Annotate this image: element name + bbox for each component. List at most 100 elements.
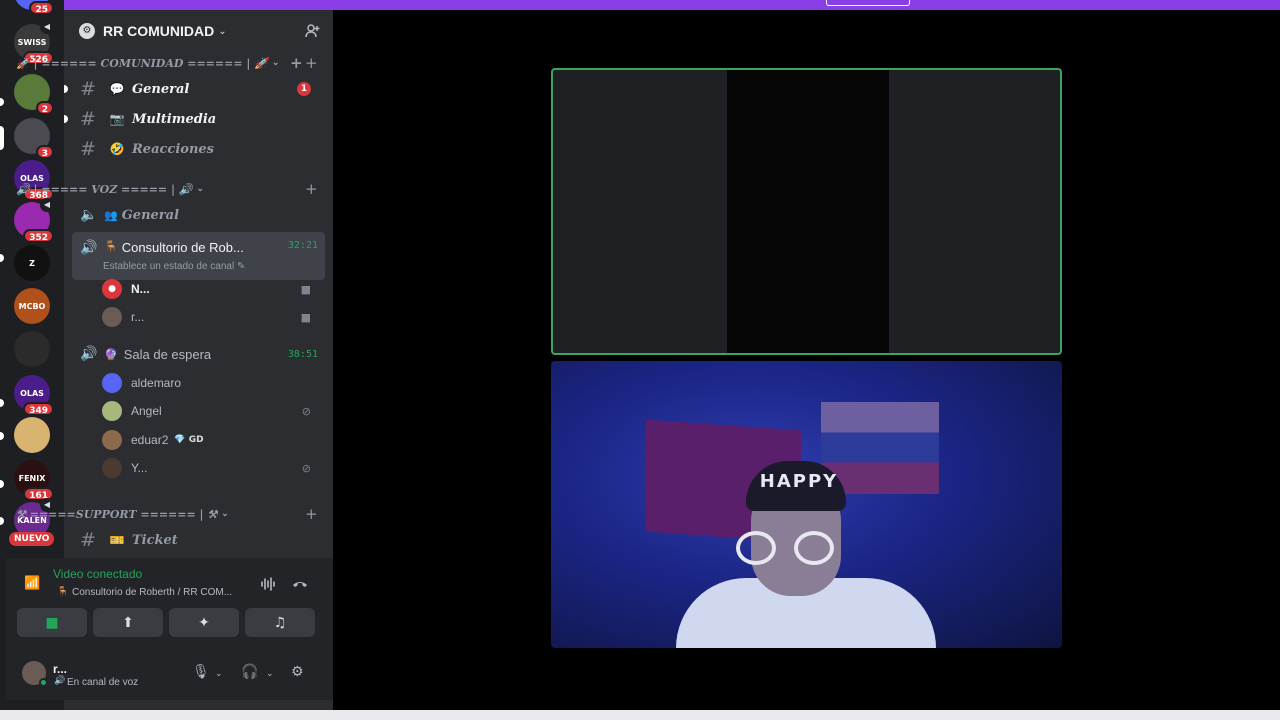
server-icon[interactable]: FENIX 161 [14,460,54,501]
server-icon[interactable]: OLAS 349 [14,375,54,416]
add-channel-icon[interactable]: + [305,54,318,72]
channel-emoji: 🪑 [104,240,118,253]
text-channel-icon: # [80,529,96,551]
avatar [102,373,122,393]
disconnect-icon[interactable] [290,575,310,595]
member-name: aldemaro [131,376,182,390]
server-badge: 349 [23,402,54,416]
add-channel-icon[interactable]: + [305,505,318,523]
server-icon[interactable]: 3 [14,118,54,159]
video-tile-camera[interactable]: HAPPY [551,361,1062,648]
headband-text: HAPPY [759,471,839,492]
voice-channel-path[interactable]: Consultorio de Roberth / RR COM... [72,587,232,598]
guild-header[interactable]: ⚙ RR COMUNIDAD ⌄ [64,10,333,52]
chevron-down-icon[interactable]: ⌄ [266,669,274,679]
channel-emoji: 🎫 [109,533,125,547]
microphone-icon[interactable]: 🎙 [192,664,210,680]
headphones-icon[interactable]: 🎧 [241,664,258,680]
category-label: 🚀 | ====== COMUNIDAD ====== | 🚀 [16,56,268,70]
text-channel-icon: # [80,138,96,160]
noise-suppression-icon[interactable] [258,575,278,595]
member-name: N... [131,282,150,296]
voice-member[interactable]: r... ■ [102,304,325,330]
pencil-icon: ✎ [237,261,246,272]
channel-emoji: 🔮 [104,347,118,361]
channel-multimedia[interactable]: # 📷 Multimedia [64,104,325,134]
user-avatar[interactable] [22,661,48,687]
server-unread-pill [0,517,4,525]
server-icon[interactable]: 2 [14,74,54,115]
server-badge: 352 [23,229,54,243]
voice-channel-general[interactable]: 🔈 👥 General [72,200,325,230]
invite-people-icon[interactable] [305,23,321,39]
category-support[interactable]: ⚒ =====SUPPORT ====== | ⚒ ⌄ [16,505,229,523]
speaker-icon: ◀ [40,20,54,34]
os-taskbar [0,710,1280,720]
add-channel-icon[interactable]: + [305,180,318,198]
add-channel-icon[interactable]: + [290,54,303,72]
text-channel-icon: # [80,78,96,100]
signal-icon[interactable]: 📶 [24,576,40,591]
speaker-icon: 🔊 [80,346,98,362]
glasses-right [794,531,834,565]
avatar [102,307,122,327]
voice-member[interactable]: eduar2 💎 GD [102,427,325,453]
category-voz[interactable]: 🔊 | ===== VOZ ===== | 🔊 ⌄ [16,180,204,198]
channel-emoji: 🤣 [109,142,125,156]
chevron-down-icon: ⌄ [221,509,229,519]
new-badge[interactable]: NUEVO [9,532,55,546]
chevron-down-icon: ⌄ [271,58,280,68]
channel-reacciones[interactable]: # 🤣 Reacciones [72,134,325,164]
member-name: r... [131,310,145,324]
camera-icon: ■ [300,310,311,324]
gear-icon[interactable]: ⚙ [291,664,304,680]
server-icon[interactable]: MCBO [14,288,50,324]
voice-member[interactable]: aldemaro [102,370,325,396]
voice-member[interactable]: Y... ⊘ [102,455,325,481]
speaker-icon: 🔈 [80,207,98,223]
server-badge: 2 [35,101,54,115]
channel-status-prompt[interactable]: Establece un estado de canal ✎ [103,261,245,272]
server-icon[interactable]: Z [14,245,50,281]
channel-name: Reacciones [132,141,214,157]
server-icon-top[interactable]: 25 [14,0,54,15]
channel-general[interactable]: # 💬 General 1 [64,74,325,104]
server-icon[interactable] [14,331,50,367]
video-feed-dark [727,70,889,353]
member-name: Y... [131,461,148,475]
voice-timer: 32:21 [287,240,318,251]
category-comunidad[interactable]: 🚀 | ====== COMUNIDAD ====== | 🚀 ⌄ + [16,54,303,72]
server-unread-pill [0,399,4,407]
voice-channel-consultorio[interactable]: 🔊 🪑 Consultorio de Rob... 32:21 Establec… [72,232,325,280]
server-unread-pill [0,432,4,440]
username[interactable]: r... [53,662,67,676]
channel-name: Multimedia [132,111,217,127]
server-icon[interactable]: 352 ◀ [14,198,54,243]
channel-emoji-small: 🪑 [57,587,69,597]
screenshare-button[interactable]: ⬆ [93,608,163,637]
chevron-down-icon: ⌄ [196,184,205,194]
camera-icon: ■ [45,614,59,631]
channel-ticket[interactable]: # 🎫 Ticket [72,525,325,555]
text-channel-icon: # [80,108,96,130]
avatar [102,458,122,478]
mention-badge: 1 [297,82,311,96]
guild-name: RR COMUNIDAD [103,23,215,39]
voice-channel-sala-de-espera[interactable]: 🔊 🔮 Sala de espera 38:51 [72,340,325,368]
channel-emoji: 👥 [104,208,118,222]
server-unread-pill [0,98,4,106]
video-toggle-button[interactable]: ■ [17,608,87,637]
screenshare-icon: ⬆ [122,614,134,631]
top-bar-tab[interactable] [826,0,910,6]
video-tile-speaking[interactable] [551,68,1062,355]
voice-member[interactable]: ● N... ■ [102,276,325,302]
chevron-down-icon[interactable]: ⌄ [215,669,223,679]
channel-name: General [132,81,190,97]
server-unread-pill [0,480,4,488]
activities-button[interactable]: ✦ [169,608,239,637]
soundboard-button[interactable]: ♫ [245,608,315,637]
server-icon[interactable] [14,417,50,453]
top-notification-bar [64,0,1280,10]
voice-member[interactable]: Angel ⊘ [102,398,325,424]
voice-status[interactable]: Video conectado [53,567,142,581]
